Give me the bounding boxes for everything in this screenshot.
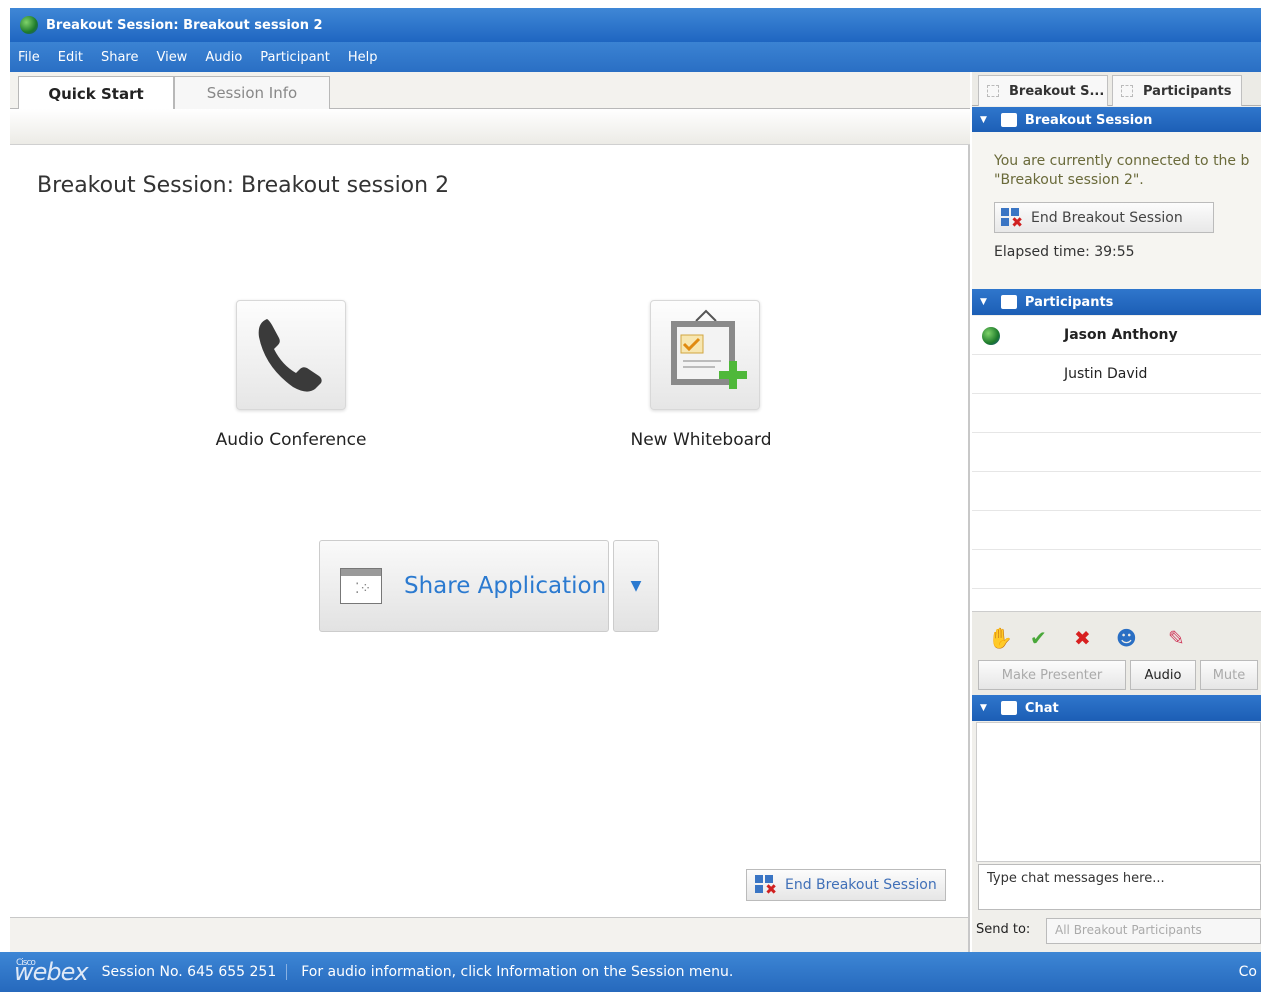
audio-info: For audio information, click Information… <box>301 964 734 980</box>
tab-breakout-label: Breakout S... <box>1009 83 1105 99</box>
status-tail: Co <box>1238 964 1257 980</box>
end-session-icon: ✖ <box>1001 207 1023 230</box>
status-bar: Cisco webex Session No. 645 655 251 For a… <box>0 952 1261 992</box>
breakout-header-label: Breakout Session <box>1024 112 1153 128</box>
empty-row <box>972 394 1261 433</box>
window-titlebar: Breakout Session: Breakout session 2 <box>10 8 1261 42</box>
share-application-button[interactable]: ⁚⁘ Share Application <box>319 540 609 632</box>
page-title: Breakout Session: Breakout session 2 <box>37 173 450 198</box>
window-title: Breakout Session: Breakout session 2 <box>46 17 323 33</box>
tab-participants[interactable]: Participants <box>1112 75 1242 106</box>
clear-icon[interactable]: ✎ <box>1168 626 1185 650</box>
menu-share[interactable]: Share <box>101 50 139 65</box>
chat-header-label: Chat <box>1024 700 1059 716</box>
checkmark-icon[interactable]: ✔ <box>1030 626 1047 650</box>
participant-name: Justin David <box>1064 366 1148 382</box>
participant-name: Jason Anthony <box>1064 327 1178 343</box>
chat-bubble-icon <box>1000 701 1017 715</box>
participant-row[interactable]: Jason Anthony <box>972 316 1261 355</box>
empty-row <box>972 472 1261 511</box>
participant-toolbar: ✋ ✔ ✖ ☻ ✎ Make Presenter Audio Mute <box>972 611 1261 695</box>
connected-line-1: You are currently connected to the b <box>994 153 1250 169</box>
end-breakout-session-label: End Breakout Session <box>785 877 937 893</box>
application-icon: ⁚⁘ <box>340 568 382 604</box>
dropdown-arrow-icon: ▼ <box>630 578 642 594</box>
participants-header-label: Participants <box>1024 294 1114 310</box>
main-tabs: Quick Start Session Info <box>10 72 970 110</box>
chat-history <box>976 722 1261 862</box>
webex-globe-icon <box>20 16 38 34</box>
end-session-icon: ✖ <box>755 875 777 897</box>
main-content-area: Quick Start Session Info Breakout Sessio… <box>10 72 970 952</box>
session-number: Session No. 645 655 251 <box>102 964 288 980</box>
menu-edit[interactable]: Edit <box>58 50 83 65</box>
tab-quick-start[interactable]: Quick Start <box>18 76 174 110</box>
share-application-dropdown[interactable]: ▼ <box>613 540 659 632</box>
webex-logo: Cisco webex <box>14 958 89 986</box>
tab-breakout-sessions[interactable]: Breakout S... <box>978 75 1108 106</box>
menu-view[interactable]: View <box>156 50 187 65</box>
participants-header[interactable]: ▼ Participants <box>972 289 1261 315</box>
raise-hand-icon[interactable]: ✋ <box>988 626 1013 650</box>
quick-start-panel: Breakout Session: Breakout session 2 Aud… <box>10 145 968 917</box>
participant-row[interactable]: Justin David <box>972 355 1261 394</box>
empty-row <box>972 550 1261 589</box>
cisco-logo-text: Cisco <box>16 958 36 968</box>
right-panel: Breakout S... Participants ▼ Breakout Se… <box>972 72 1261 952</box>
menu-bar: File Edit Share View Audio Participant H… <box>10 42 1261 72</box>
audio-button[interactable]: Audio <box>1130 660 1196 690</box>
breakout-session-header[interactable]: ▼ Breakout Session <box>972 107 1261 133</box>
tab-session-info[interactable]: Session Info <box>174 76 330 109</box>
participants-tab-icon <box>1121 85 1133 97</box>
bottom-strip <box>10 917 968 952</box>
menu-audio[interactable]: Audio <box>205 50 242 65</box>
participant-list: Jason Anthony Justin David <box>972 316 1261 611</box>
empty-row <box>972 511 1261 550</box>
audio-conference-label: Audio Conference <box>215 430 367 450</box>
tab-participants-label: Participants <box>1143 83 1232 99</box>
phone-icon <box>258 319 322 392</box>
breakout-tab-icon <box>987 85 999 97</box>
right-tabs: Breakout S... Participants <box>972 72 1261 106</box>
host-globe-icon <box>982 327 1000 345</box>
breakout-session-body: You are currently connected to the b "Br… <box>972 132 1261 290</box>
menu-file[interactable]: File <box>18 50 40 65</box>
empty-row <box>972 433 1261 472</box>
share-application-label: Share Application <box>404 573 607 599</box>
panel-end-breakout-label: End Breakout Session <box>1031 209 1183 226</box>
panel-end-breakout-button[interactable]: ✖ End Breakout Session <box>994 202 1214 233</box>
breakout-icon <box>1000 113 1017 127</box>
menu-participant[interactable]: Participant <box>260 50 330 65</box>
menu-help[interactable]: Help <box>348 50 378 65</box>
audio-conference-button[interactable] <box>236 300 346 410</box>
new-whiteboard-button[interactable] <box>650 300 760 410</box>
collapse-triangle-icon: ▼ <box>980 297 987 307</box>
make-presenter-button[interactable]: Make Presenter <box>978 660 1126 690</box>
participants-icon <box>1000 295 1017 309</box>
send-to-label: Send to: <box>976 922 1031 937</box>
emoticon-menu-icon[interactable]: ☻ <box>1116 626 1137 650</box>
new-whiteboard-label: New Whiteboard <box>630 430 772 450</box>
whiteboard-icon <box>671 309 747 389</box>
mute-button[interactable]: Mute <box>1200 660 1258 690</box>
connected-line-2: "Breakout session 2". <box>994 172 1144 188</box>
send-to-select[interactable]: All Breakout Participants <box>1046 918 1261 944</box>
collapse-triangle-icon: ▼ <box>980 115 987 125</box>
x-mark-icon[interactable]: ✖ <box>1074 626 1091 650</box>
chat-header[interactable]: ▼ Chat <box>972 695 1261 721</box>
chat-input[interactable]: Type chat messages here... <box>978 864 1261 910</box>
connected-message: You are currently connected to the b "Br… <box>994 152 1249 190</box>
toolstrip <box>10 109 970 145</box>
collapse-triangle-icon: ▼ <box>980 703 987 713</box>
elapsed-time: Elapsed time: 39:55 <box>994 244 1135 260</box>
end-breakout-session-button[interactable]: ✖ End Breakout Session <box>746 869 946 901</box>
